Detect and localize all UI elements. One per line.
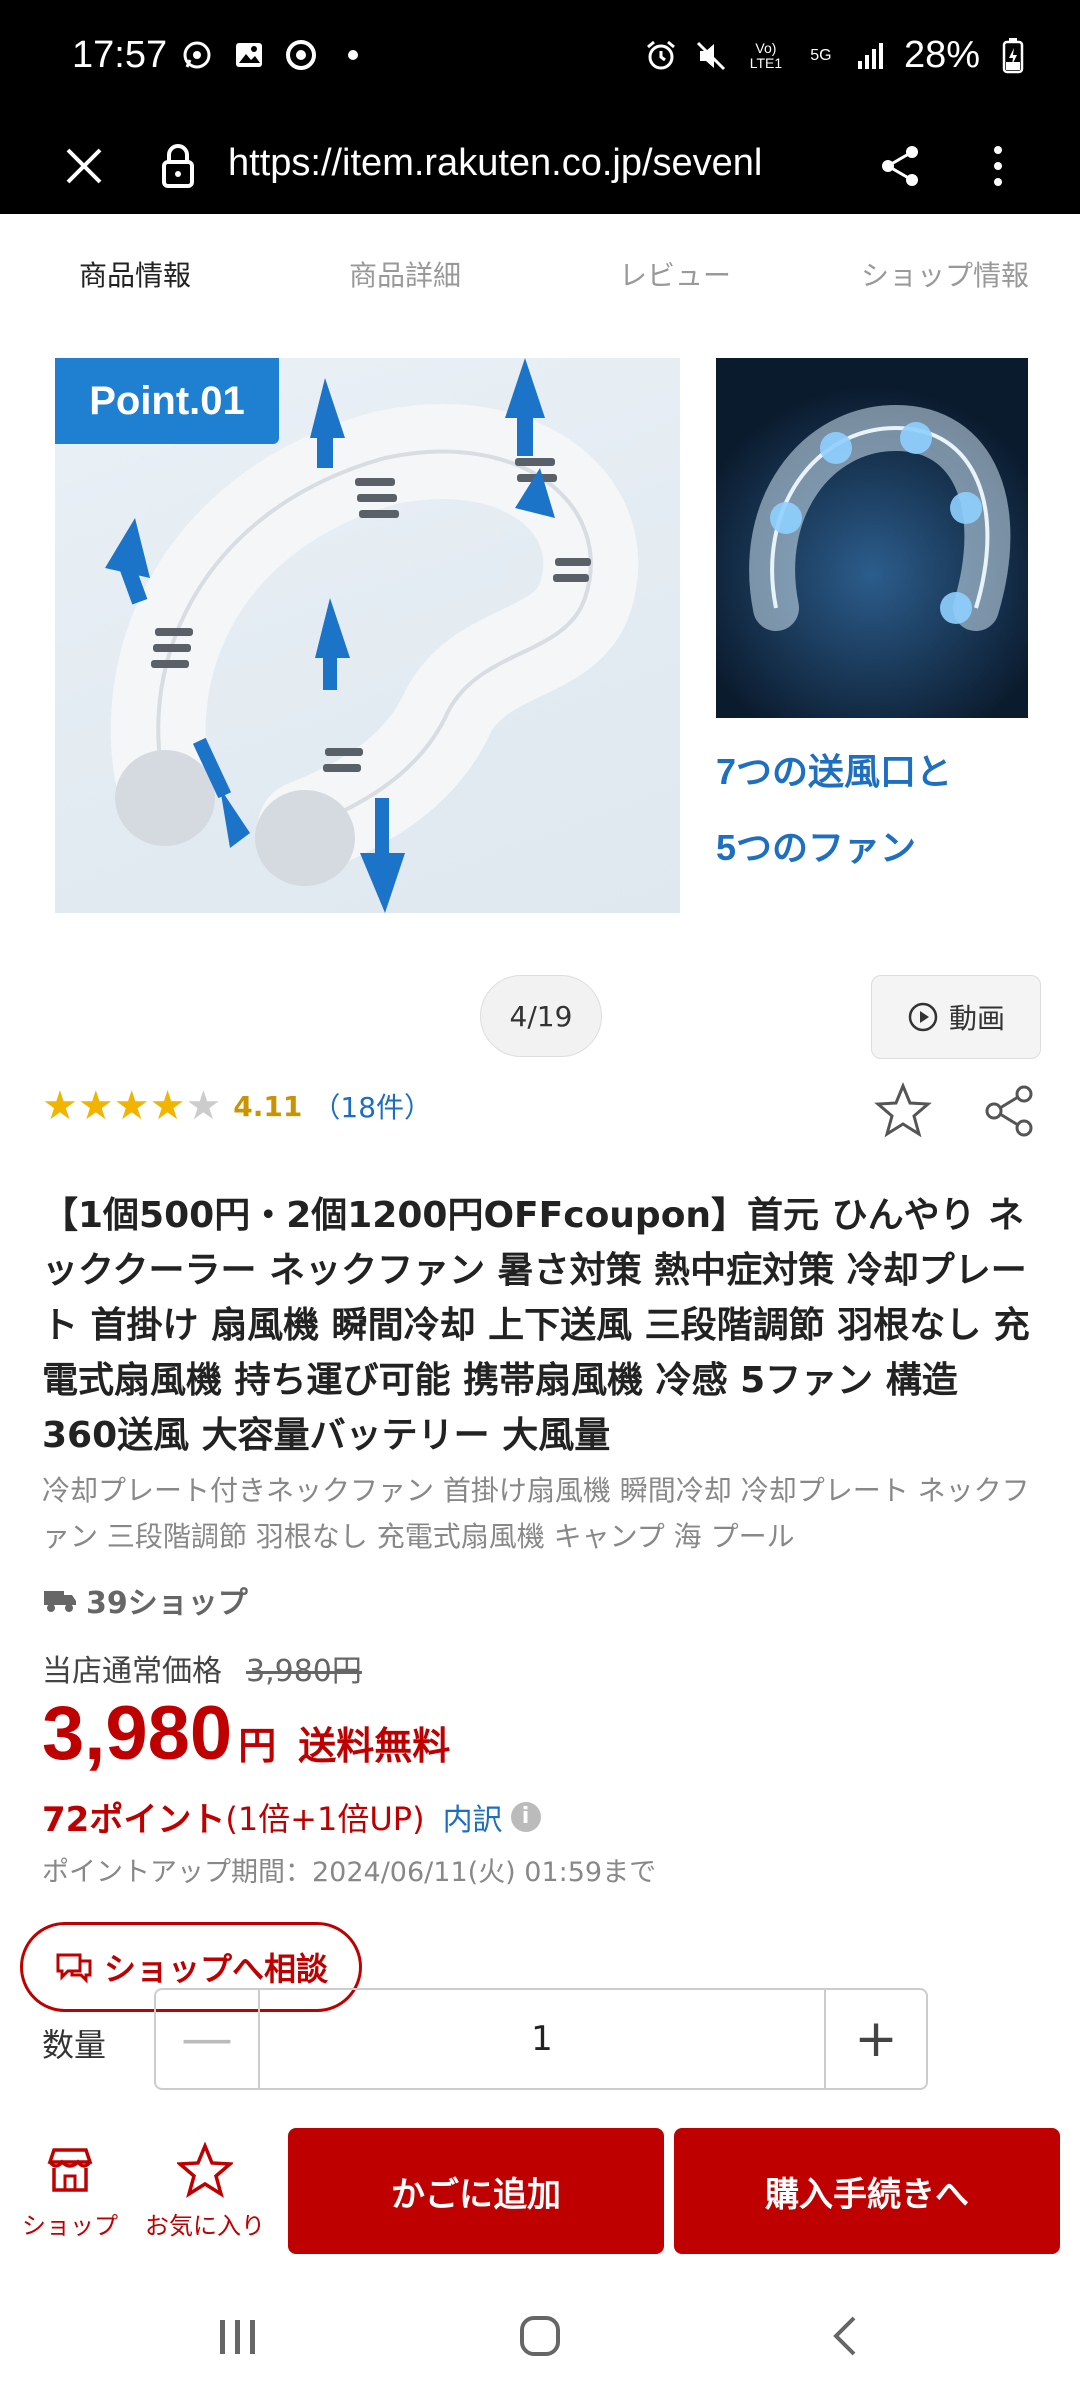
points-breakdown-link[interactable]: 内訳: [443, 1795, 503, 1839]
rating-row[interactable]: ★ ★ ★ ★ ★ 4.11 （18件）: [42, 1086, 432, 1126]
consult-label: ショップへ相談: [103, 1950, 328, 1988]
status-bar: 17:57 Vo) LTE1 5G 28%: [0, 0, 1080, 118]
bottom-action-bar: ショップ お気に入り かごに追加 購入手続きへ: [0, 2114, 1080, 2274]
price-row: 3,980 円 送料無料: [42, 1690, 450, 1777]
status-time: 17:57: [72, 34, 168, 76]
mute-icon: [694, 39, 728, 73]
info-icon[interactable]: i: [510, 1801, 541, 1832]
star-icon: ★: [149, 1083, 186, 1129]
dot-icon: [336, 38, 370, 72]
gallery-icon: [232, 38, 266, 72]
system-nav-bar: [0, 2274, 1080, 2400]
back-icon[interactable]: [818, 2308, 874, 2364]
star-icon: ★: [77, 1083, 114, 1129]
battery-icon: [996, 37, 1030, 73]
product-image-side[interactable]: [716, 358, 1028, 718]
points-row: 72ポイント (1倍+1倍UP) 内訳 i: [42, 1792, 541, 1841]
product-tabs: 商品情報 商品詳細 レビュー ショップ情報: [0, 214, 1080, 334]
normal-price-row: 当店通常価格 3,980円: [42, 1646, 362, 1690]
shipping-badge: 送料無料: [298, 1724, 451, 1768]
checkout-button[interactable]: 購入手続きへ: [674, 2128, 1060, 2254]
share-icon[interactable]: [978, 1080, 1040, 1142]
shop-button[interactable]: ショップ: [14, 2142, 126, 2241]
caption-line-1: 7つの送風口と: [716, 751, 953, 792]
neck-fan-illustration: [105, 358, 639, 913]
alarm-icon: [644, 39, 678, 73]
battery-percent: 28%: [903, 34, 980, 76]
url-text[interactable]: https://item.rakuten.co.jp/sevenl: [228, 142, 838, 185]
video-label: 動画: [948, 1002, 1005, 1035]
product-subtitle: 冷却プレート付きネックファン 首掛け扇風機 瞬間冷却 冷却プレート ネックファン…: [42, 1474, 1030, 1553]
product-title: 【1個500円・2個1200円OFFcoupon】首元 ひんやり ネッククーラー…: [42, 1195, 1030, 1456]
more-menu-icon[interactable]: [970, 138, 1026, 194]
add-to-cart-button[interactable]: かごに追加: [288, 2128, 664, 2254]
star-empty-icon: ★: [185, 1083, 222, 1129]
tab-reviews[interactable]: レビュー: [540, 214, 810, 334]
5g-icon: 5G: [810, 46, 832, 64]
favorite-label: お気に入り: [145, 2212, 265, 2240]
recent-apps-icon[interactable]: [208, 2312, 268, 2362]
quantity-input[interactable]: 1: [260, 1990, 824, 2088]
image-gallery[interactable]: Point.01 7つの送風口と 5つのファン: [0, 334, 1080, 924]
video-button[interactable]: 動画: [871, 975, 1041, 1059]
shop-label: ショップ: [22, 2212, 118, 2240]
points-detail: (1倍+1倍UP): [225, 1799, 425, 1838]
points-value: 72ポイント: [42, 1800, 226, 1840]
caption-line-2: 5つのファン: [716, 827, 917, 868]
browser-address-bar: https://item.rakuten.co.jp/sevenl: [0, 118, 1080, 214]
whatsapp-icon: [180, 38, 214, 72]
quantity-plus-button[interactable]: +: [824, 1990, 926, 2088]
shop-39-label: 39ショップ: [86, 1586, 248, 1621]
normal-price-value: 3,980円: [246, 1654, 362, 1689]
shop-icon: [47, 2148, 93, 2192]
star-icon: ★: [42, 1083, 78, 1129]
tab-product-info[interactable]: 商品情報: [0, 214, 270, 334]
truck-icon: [44, 1591, 76, 1612]
home-icon[interactable]: [512, 2308, 568, 2364]
price-value: 3,980: [42, 1691, 233, 1776]
transparent-fan-illustration: [749, 404, 1011, 631]
quantity-minus-button[interactable]: —: [156, 1990, 260, 2088]
normal-price-label: 当店通常価格: [42, 1654, 222, 1689]
image-counter: 4/19: [480, 975, 602, 1057]
review-count-link[interactable]: （18件）: [312, 1086, 432, 1126]
close-icon[interactable]: [56, 138, 112, 194]
points-period: ポイントアップ期間：2024/06/11(火) 01:59まで: [42, 1857, 657, 1888]
lock-icon[interactable]: [150, 138, 206, 194]
product-image-main[interactable]: Point.01: [55, 358, 680, 913]
quantity-label: 数量: [42, 2026, 107, 2064]
status-right: Vo) LTE1 5G 28%: [644, 34, 1030, 77]
quantity-stepper: — 1 +: [154, 1988, 928, 2090]
side-image-caption: 7つの送風口と 5つのファン: [716, 734, 1046, 886]
signal-icon: [854, 39, 888, 73]
play-icon: [908, 1002, 938, 1032]
favorite-star-icon[interactable]: [872, 1080, 934, 1142]
price-unit: 円: [238, 1724, 277, 1768]
chat-icon: [56, 1953, 92, 1984]
tab-shop-info[interactable]: ショップ情報: [810, 214, 1080, 334]
volte-icon: Vo) LTE1: [749, 39, 783, 71]
chrome-icon: [284, 38, 318, 72]
star-outline-icon: [177, 2142, 233, 2198]
share-icon[interactable]: [872, 138, 928, 194]
tab-product-details[interactable]: 商品詳細: [270, 214, 540, 334]
status-left-icons: [180, 38, 370, 72]
favorite-button[interactable]: お気に入り: [138, 2142, 272, 2241]
shop-39-badge: 39ショップ: [42, 1578, 248, 1622]
rating-value: 4.11: [233, 1089, 303, 1123]
star-icon: ★: [113, 1083, 150, 1129]
